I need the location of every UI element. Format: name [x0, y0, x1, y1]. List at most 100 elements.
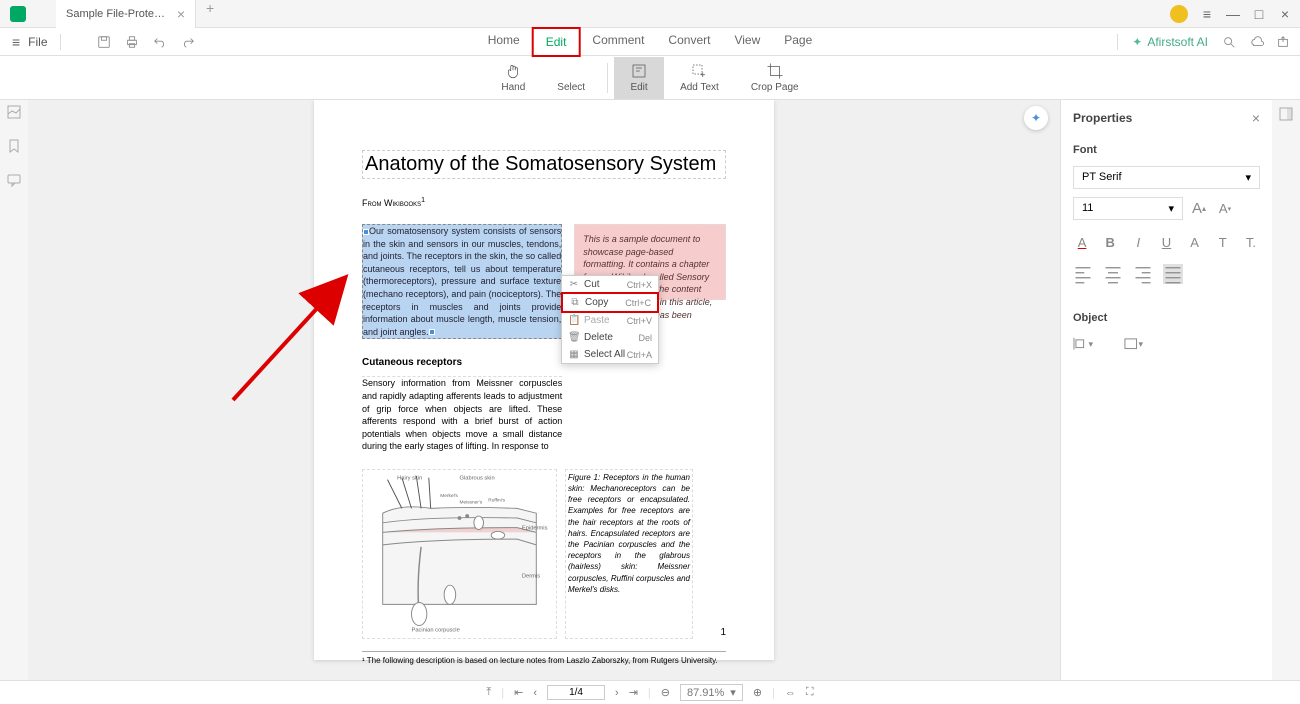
doc-title[interactable]: Anatomy of the Somatosensory System — [362, 150, 726, 179]
align-object-icon[interactable]: ▾ — [1073, 334, 1093, 354]
bookmark-icon[interactable] — [6, 138, 22, 154]
cursor-icon — [562, 62, 580, 80]
edit-icon — [630, 62, 648, 80]
tab-label: Sample File-Protected (1... — [66, 8, 169, 20]
font-section-label: Font — [1073, 144, 1260, 156]
object-section-label: Object — [1073, 312, 1260, 324]
font-size-select[interactable]: 11 ▾ — [1073, 197, 1183, 220]
font-shrink-icon[interactable]: A▾ — [1215, 199, 1235, 219]
chevron-down-icon: ▾ — [1245, 171, 1251, 184]
main-tab-home[interactable]: Home — [476, 27, 532, 57]
first-page-icon[interactable]: ⇤ — [514, 686, 523, 699]
ctx-copy[interactable]: ⧉ Copy Ctrl+C — [561, 292, 659, 313]
ribbon-hand[interactable]: Hand — [485, 57, 541, 99]
doc-footnote[interactable]: ¹ The following description is based on … — [362, 651, 726, 665]
zoom-in-icon[interactable]: ⊕ — [753, 686, 762, 699]
ribbon-select[interactable]: Select — [541, 57, 601, 99]
svg-text:Hairy skin: Hairy skin — [397, 476, 422, 482]
underline-icon[interactable]: U — [1157, 232, 1175, 252]
superscript-icon[interactable]: T — [1214, 232, 1232, 252]
next-page-icon[interactable]: › — [615, 687, 619, 699]
user-avatar[interactable] — [1170, 5, 1188, 23]
font-grow-icon[interactable]: A▴ — [1189, 199, 1209, 219]
font-color-icon[interactable]: A — [1073, 232, 1091, 252]
page-number-input[interactable] — [547, 685, 605, 700]
minimize-icon[interactable]: — — [1226, 7, 1240, 21]
ctx-delete[interactable]: 🗑 Delete Del — [562, 329, 658, 346]
svg-text:Meissner's: Meissner's — [460, 500, 483, 506]
main-tab-convert[interactable]: Convert — [656, 27, 722, 57]
save-icon[interactable] — [97, 35, 111, 49]
ctx-cut[interactable]: ✂ Cut Ctrl+X — [562, 276, 658, 293]
maximize-icon[interactable]: □ — [1252, 7, 1266, 21]
svg-text:Pacinian corpuscle: Pacinian corpuscle — [412, 627, 460, 633]
share-icon[interactable] — [1276, 35, 1290, 49]
ribbon-add-text[interactable]: Add Text — [664, 57, 735, 99]
print-icon[interactable] — [125, 35, 139, 49]
svg-text:Merkel's: Merkel's — [440, 493, 458, 499]
close-icon[interactable]: × — [1278, 7, 1292, 21]
main-tab-edit[interactable]: Edit — [532, 27, 581, 57]
main-tab-page[interactable]: Page — [772, 27, 824, 57]
pdf-page[interactable]: Anatomy of the Somatosensory System From… — [314, 100, 774, 660]
doc-figure[interactable]: Hairy skin Glabrous skin Epidermis Der — [362, 469, 557, 639]
ai-link[interactable]: ✦ Afirstsoft AI — [1132, 35, 1208, 49]
ribbon-crop-label: Crop Page — [751, 82, 799, 93]
fit-width-icon[interactable]: ⇔ — [785, 687, 796, 699]
panel-toggle-icon[interactable] — [1278, 106, 1294, 122]
doc-page-number: 1 — [720, 627, 726, 638]
properties-close-icon[interactable]: × — [1252, 110, 1260, 126]
zoom-out-icon[interactable]: ⊖ — [661, 686, 670, 699]
doc-subheading[interactable]: Cutaneous receptors — [362, 357, 562, 368]
ribbon-hand-label: Hand — [501, 82, 525, 93]
subscript-icon[interactable]: T. — [1242, 232, 1260, 252]
fill-object-icon[interactable]: ▾ — [1123, 334, 1143, 354]
cut-icon: ✂ — [568, 279, 580, 290]
main-tab-comment[interactable]: Comment — [580, 27, 656, 57]
ribbon-select-label: Select — [557, 82, 585, 93]
properties-panel: Properties × Font PT Serif ▾ 11 ▾ A▴ A▾ … — [1060, 100, 1272, 680]
prev-page-icon[interactable]: ‹ — [533, 687, 537, 699]
status-bar: ⤒ | ⇤ ‹ › ⇥ | ⊖ 87.91% ▾ ⊕ | ⇔ ⛶ — [0, 680, 1300, 704]
selected-text-block[interactable]: Our somatosensory system consists of sen… — [362, 224, 562, 339]
doc-subtitle[interactable]: From Wikibooks1 — [362, 197, 726, 208]
menu-icon[interactable]: ≡ — [1200, 7, 1214, 21]
main-tab-view[interactable]: View — [722, 27, 772, 57]
ribbon-edit[interactable]: Edit — [614, 57, 664, 99]
italic-icon[interactable]: I — [1129, 232, 1147, 252]
undo-icon[interactable] — [153, 35, 167, 49]
doc-body-text[interactable]: Sensory information from Meissner corpus… — [362, 376, 562, 453]
search-icon[interactable] — [1222, 35, 1236, 49]
ribbon-crop-page[interactable]: Crop Page — [735, 57, 815, 99]
svg-text:Epidermis: Epidermis — [522, 525, 548, 531]
chevron-down-icon: ▾ — [1168, 202, 1174, 215]
tab-add-button[interactable]: + — [196, 0, 224, 28]
last-page-icon[interactable]: ⇥ — [629, 686, 638, 699]
bold-icon[interactable]: B — [1101, 232, 1119, 252]
align-justify-icon[interactable] — [1163, 264, 1183, 284]
file-menu[interactable]: ≡ File — [12, 34, 48, 50]
font-family-select[interactable]: PT Serif ▾ — [1073, 166, 1260, 189]
comment-icon[interactable] — [6, 172, 22, 188]
align-center-icon[interactable] — [1103, 264, 1123, 284]
doc-figure-caption[interactable]: Figure 1: Receptors in the human skin: M… — [565, 469, 693, 639]
fit-page-icon[interactable]: ⛶ — [806, 686, 814, 699]
highlight-icon[interactable]: A — [1186, 232, 1204, 252]
add-text-icon — [690, 62, 708, 80]
redo-icon[interactable] — [181, 35, 195, 49]
tab-close-icon[interactable]: × — [177, 6, 185, 22]
hand-icon — [504, 62, 522, 80]
align-left-icon[interactable] — [1073, 264, 1093, 284]
document-tab[interactable]: Sample File-Protected (1... × — [56, 0, 196, 28]
ctx-select-all[interactable]: ▦ Select All Ctrl+A — [562, 346, 658, 363]
cloud-icon[interactable] — [1250, 35, 1264, 49]
align-right-icon[interactable] — [1133, 264, 1153, 284]
canvas-area[interactable]: Anatomy of the Somatosensory System From… — [28, 100, 1060, 680]
svg-text:Ruffini's: Ruffini's — [488, 498, 505, 504]
menubar: ≡ File Home Edit Comment Convert View Pa… — [0, 28, 1300, 56]
floating-ai-button[interactable]: ✦ — [1024, 106, 1048, 130]
thumbnails-icon[interactable] — [6, 104, 22, 120]
ribbon: Hand Select Edit Add Text Crop Page — [0, 56, 1300, 100]
zoom-select[interactable]: 87.91% ▾ — [680, 684, 743, 701]
scroll-top-icon[interactable]: ⤒ — [486, 686, 491, 699]
